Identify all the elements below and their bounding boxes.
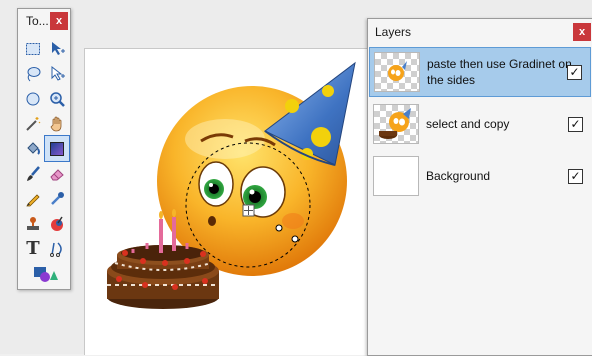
line-curve-tool[interactable] bbox=[45, 236, 69, 261]
tools-title: To... bbox=[26, 14, 49, 28]
clone-stamp-icon bbox=[27, 216, 39, 230]
layer-thumbnail bbox=[373, 104, 419, 144]
lasso-select-icon bbox=[27, 66, 41, 81]
shapes-icon bbox=[34, 266, 58, 282]
rectangle-select-icon bbox=[26, 42, 40, 55]
layer-visibility-checkbox[interactable]: ✓ bbox=[568, 168, 583, 184]
paintbrush-icon bbox=[27, 165, 40, 181]
emoji-cake-thumbnail-icon bbox=[379, 108, 411, 139]
layer-thumbnail bbox=[373, 156, 419, 196]
layer-visibility-checkbox[interactable]: ✓ bbox=[567, 64, 582, 80]
workspace: To... x T Layers x paste then use Gradin… bbox=[0, 0, 592, 356]
text-icon: T bbox=[26, 238, 40, 259]
tools-title-bar[interactable]: To... x bbox=[18, 9, 70, 33]
recolor-tool[interactable] bbox=[45, 211, 69, 236]
selection-handle[interactable] bbox=[275, 224, 283, 232]
paintbrush-tool[interactable] bbox=[21, 161, 45, 186]
tools-close-button[interactable]: x bbox=[50, 12, 68, 30]
gradient-icon bbox=[50, 141, 64, 156]
zoom-icon bbox=[50, 91, 65, 107]
layer-name: Background bbox=[426, 169, 491, 183]
rectangle-select-tool[interactable] bbox=[21, 36, 45, 61]
layers-title-bar[interactable]: Layers x bbox=[368, 19, 592, 45]
emoji-thumbnail-icon bbox=[388, 61, 407, 81]
pan-hand-icon bbox=[50, 116, 62, 131]
color-picker-tool[interactable] bbox=[45, 186, 69, 211]
layer-thumbnail bbox=[374, 52, 420, 92]
move-selected-pixels-icon bbox=[52, 41, 65, 55]
tool-grid: T bbox=[18, 33, 70, 286]
layer-name: paste then use Gradinet on the sides bbox=[427, 57, 572, 87]
magic-wand-icon bbox=[26, 116, 41, 131]
layers-close-button[interactable]: x bbox=[573, 23, 591, 41]
layer-row[interactable]: paste then use Gradinet on the sides ✓ bbox=[369, 47, 591, 97]
line-curve-icon bbox=[50, 241, 62, 257]
clone-stamp-tool[interactable] bbox=[21, 211, 45, 236]
layer-row[interactable]: Background ✓ bbox=[369, 151, 591, 201]
move-selection-tool[interactable] bbox=[45, 61, 69, 86]
pencil-icon bbox=[26, 193, 40, 206]
eraser-icon bbox=[50, 168, 64, 180]
gradient-tool[interactable] bbox=[44, 135, 70, 162]
tools-window: To... x T bbox=[17, 8, 71, 290]
layer-row[interactable]: select and copy ✓ bbox=[369, 99, 591, 149]
eraser-tool[interactable] bbox=[45, 161, 69, 186]
ellipse-select-icon bbox=[26, 92, 40, 105]
pan-tool[interactable] bbox=[45, 111, 69, 136]
zoom-tool[interactable] bbox=[45, 86, 69, 111]
selection-handle[interactable] bbox=[291, 235, 299, 243]
pencil-tool[interactable] bbox=[21, 186, 45, 211]
layer-visibility-checkbox[interactable]: ✓ bbox=[568, 116, 583, 132]
layers-window: Layers x paste then use Gradinet on the … bbox=[367, 18, 592, 356]
paint-bucket-tool[interactable] bbox=[21, 136, 45, 161]
ellipse-select-tool[interactable] bbox=[21, 86, 45, 111]
magic-wand-tool[interactable] bbox=[21, 111, 45, 136]
paint-bucket-icon bbox=[27, 141, 40, 155]
shapes-tool[interactable] bbox=[21, 261, 69, 286]
move-handle-icon[interactable] bbox=[242, 204, 255, 217]
move-selected-pixels-tool[interactable] bbox=[45, 36, 69, 61]
recolor-icon bbox=[51, 216, 63, 231]
text-tool[interactable]: T bbox=[21, 236, 45, 261]
layers-title: Layers bbox=[375, 25, 412, 39]
lasso-select-tool[interactable] bbox=[21, 61, 45, 86]
move-selection-icon bbox=[51, 65, 65, 81]
layer-name: select and copy bbox=[426, 117, 510, 131]
image-canvas[interactable] bbox=[84, 48, 375, 355]
color-picker-icon bbox=[51, 191, 64, 205]
canvas-artwork bbox=[107, 61, 356, 309]
